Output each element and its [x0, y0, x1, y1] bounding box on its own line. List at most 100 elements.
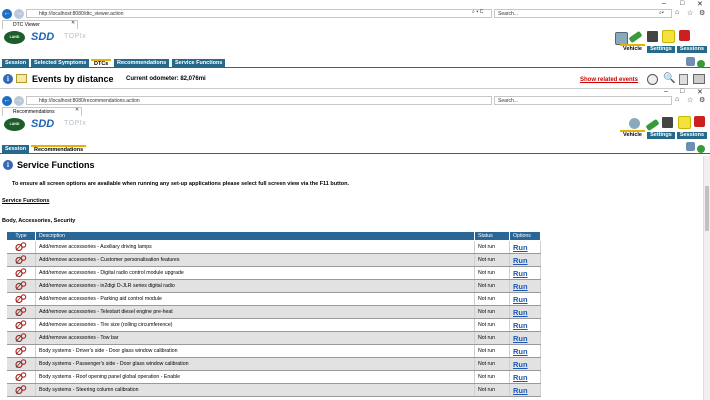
run-button[interactable]: Run [513, 386, 528, 395]
service-function-icon [15, 345, 27, 355]
home-icon-2[interactable]: ⌂ [675, 96, 679, 103]
tab-service-functions[interactable]: Service Functions [172, 59, 226, 67]
plug-icon[interactable] [628, 30, 643, 44]
run-button[interactable]: Run [513, 243, 528, 252]
clock-icon[interactable] [647, 74, 658, 85]
sdd-logo: SDD [31, 31, 55, 43]
run-button[interactable]: Run [513, 256, 528, 265]
close-window-button[interactable]: ✕ [697, 0, 703, 8]
odometer-readout: Current odometer: 82,076mi [126, 76, 206, 82]
sessions-button[interactable]: Sessions [677, 46, 707, 53]
tools-icon-2[interactable] [629, 118, 640, 129]
run-button[interactable]: Run [513, 373, 528, 382]
type-cell [6, 253, 36, 267]
page-title: Service Functions [17, 160, 95, 170]
address-bar[interactable]: http://localhost:8080/dtc_viewer.action [26, 9, 492, 18]
address-bar-2[interactable]: http://localhost:8080/recommendations.ac… [26, 96, 492, 105]
note-icon-2[interactable] [678, 116, 691, 129]
monitor-icon[interactable] [686, 57, 695, 66]
table-row: Add/remove accessories - Customer person… [6, 253, 541, 267]
run-button[interactable]: Run [513, 360, 528, 369]
search-go-icon[interactable]: ⌕▾ [659, 10, 664, 16]
type-cell [6, 344, 36, 358]
options-cell: Run [509, 292, 541, 306]
service-function-icon [15, 267, 27, 277]
menu-bar-2: Session Recommendations [0, 145, 710, 154]
browser-tab-recommendations[interactable]: Recommendations [2, 107, 82, 116]
land-rover-logo: LAND ROVER [4, 31, 25, 52]
minimize-button-2[interactable]: – [664, 88, 668, 95]
settings-button-2[interactable]: Settings [647, 132, 675, 139]
column-header-status: Status [474, 231, 510, 241]
description-cell: Add/remove accessories - in2digi D-JLR s… [35, 279, 475, 293]
status-green-icon [697, 60, 705, 68]
service-function-icon [15, 241, 27, 251]
feed-icon[interactable] [679, 30, 690, 41]
back-button[interactable]: ← [2, 9, 12, 19]
home-icon[interactable]: ⌂ [675, 9, 679, 16]
tab-selected-symptoms[interactable]: Selected Symptoms [31, 59, 90, 67]
gear-icon-2[interactable]: ⚙ [699, 96, 705, 104]
maximize-button[interactable]: □ [680, 0, 684, 7]
minimize-button[interactable]: – [662, 0, 666, 7]
feed-icon-2[interactable] [694, 116, 705, 127]
table-row: Body systems - Roof opening panel global… [6, 370, 541, 384]
forward-button-2[interactable]: → [14, 96, 24, 106]
forward-button[interactable]: → [14, 9, 24, 19]
tab-close-icon[interactable]: ✕ [71, 20, 75, 26]
maximize-button-2[interactable]: □ [680, 88, 684, 95]
run-button[interactable]: Run [513, 269, 528, 278]
back-button-2[interactable]: ← [2, 96, 12, 106]
vehicle-button-2[interactable]: Vehicle [620, 130, 645, 139]
run-button[interactable]: Run [513, 308, 528, 317]
star-icon-2[interactable]: ☆ [687, 96, 693, 104]
browser-tab-dtc-viewer[interactable]: DTC Viewer [2, 20, 78, 29]
tab-close-icon-2[interactable]: ✕ [75, 107, 79, 113]
service-functions-link[interactable]: Service Functions [2, 198, 49, 204]
search-input[interactable]: Search... [494, 9, 672, 18]
tab-dtcs[interactable]: DTCs [91, 59, 112, 67]
run-button[interactable]: Run [513, 321, 528, 330]
tab-session[interactable]: Session [2, 59, 30, 67]
show-related-events-link[interactable]: Show related events [580, 77, 638, 83]
calculator-icon[interactable] [647, 31, 658, 42]
plug-icon-2[interactable] [645, 118, 660, 132]
run-button[interactable]: Run [513, 334, 528, 343]
note-icon[interactable] [662, 30, 675, 43]
list-icon[interactable] [679, 74, 688, 85]
zoom-icon[interactable]: 🔍 [663, 73, 675, 84]
status-cell: Not run [474, 331, 510, 345]
run-button[interactable]: Run [513, 295, 528, 304]
vehicle-button[interactable]: Vehicle [620, 44, 645, 53]
odometer-label: Current odometer: [126, 76, 179, 82]
star-icon[interactable]: ☆ [687, 9, 693, 17]
sessions-button-2[interactable]: Sessions [677, 132, 707, 139]
gear-icon[interactable]: ⚙ [699, 9, 705, 17]
service-functions-table: Type Description Status Options Add/remo… [6, 231, 541, 397]
run-button[interactable]: Run [513, 347, 528, 356]
type-cell [6, 318, 36, 332]
search-input-2[interactable]: Search... [494, 96, 672, 105]
search-dropdown-icon[interactable]: ⌕ ▾ C [472, 9, 483, 15]
settings-button[interactable]: Settings [647, 46, 675, 53]
events-folder-icon [16, 74, 27, 83]
sdd-logo-2: SDD [31, 118, 55, 130]
page-scrollbar[interactable] [703, 156, 710, 400]
table-row: Add/remove accessories - Digital radio c… [6, 266, 541, 280]
status-cell: Not run [474, 383, 510, 397]
tab-recommendations-2[interactable]: Recommendations [31, 145, 87, 153]
tab-recommendations[interactable]: Recommendations [114, 59, 170, 67]
status-cell: Not run [474, 344, 510, 358]
tab-session-2[interactable]: Session [2, 145, 30, 153]
status-cell: Not run [474, 292, 510, 306]
service-function-icon [15, 319, 27, 329]
description-cell: Body systems - Driver's side - Door glas… [35, 344, 475, 358]
table-row: Body systems - Passenger's side - Door g… [6, 357, 541, 371]
close-window-button-2[interactable]: ✕ [697, 88, 703, 96]
monitor-icon-2[interactable] [686, 142, 695, 151]
calculator-icon-2[interactable] [662, 117, 673, 128]
type-cell [6, 370, 36, 384]
scrollbar-thumb[interactable] [705, 186, 709, 231]
printer-icon[interactable] [693, 74, 705, 84]
run-button[interactable]: Run [513, 282, 528, 291]
